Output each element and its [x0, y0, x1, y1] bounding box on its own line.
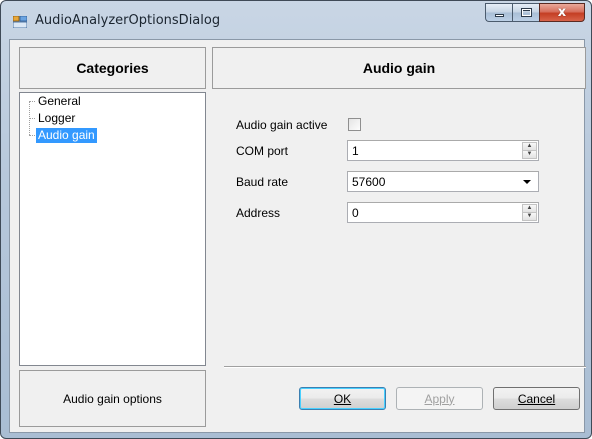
maximize-icon	[520, 8, 532, 17]
chevron-down-icon[interactable]	[523, 180, 531, 184]
spin-up-icon[interactable]: ▲	[522, 142, 537, 151]
ok-button[interactable]: OK	[299, 387, 386, 410]
settings-header: Audio gain	[212, 47, 586, 89]
spin-down-icon[interactable]: ▼	[522, 151, 537, 159]
baud-rate-dropdown[interactable]: 57600	[347, 171, 539, 192]
apply-button[interactable]: Apply	[396, 387, 483, 410]
address-spin-buttons: ▲ ▼	[522, 204, 537, 221]
apply-button-label: Apply	[424, 391, 455, 406]
tree-item-logger[interactable]: Logger	[36, 111, 77, 126]
ok-button-label: OK	[333, 391, 352, 406]
category-description-text: Audio gain options	[63, 391, 162, 406]
com-port-label: COM port	[236, 144, 289, 158]
title-bar[interactable]: AudioAnalyzerOptionsDialog x	[1, 1, 591, 39]
address-label: Address	[236, 206, 281, 220]
tree-connector	[29, 135, 35, 136]
address-stepper[interactable]: 0 ▲ ▼	[347, 202, 539, 223]
cancel-button-label: Cancel	[517, 391, 556, 406]
dialog-window: AudioAnalyzerOptionsDialog x Categories …	[0, 0, 592, 439]
com-port-spin-buttons: ▲ ▼	[522, 142, 537, 159]
com-port-value: 1	[352, 144, 359, 158]
maximize-button[interactable]	[512, 3, 539, 22]
categories-header-label: Categories	[76, 60, 149, 76]
cancel-button[interactable]: Cancel	[493, 387, 580, 410]
address-value: 0	[352, 206, 359, 220]
tree-item-general[interactable]: General	[36, 94, 83, 109]
minimize-icon	[494, 14, 504, 17]
close-icon: x	[557, 5, 567, 20]
tree-item-audio-gain[interactable]: Audio gain	[36, 128, 97, 143]
spin-down-icon[interactable]: ▼	[522, 213, 537, 221]
com-port-stepper[interactable]: 1 ▲ ▼	[347, 140, 539, 161]
categories-tree[interactable]: General Logger Audio gain	[19, 92, 206, 366]
baud-rate-label: Baud rate	[236, 175, 289, 189]
tree-connector	[29, 118, 35, 119]
categories-header: Categories	[19, 47, 206, 89]
audio-gain-active-label: Audio gain active	[236, 118, 328, 132]
spin-up-icon[interactable]: ▲	[522, 204, 537, 213]
settings-header-label: Audio gain	[362, 60, 436, 76]
audio-gain-active-checkbox[interactable]	[348, 118, 361, 131]
dialog-client-area: Categories General Logger Audio gain Aud…	[9, 39, 586, 433]
window-title: AudioAnalyzerOptionsDialog	[35, 13, 221, 28]
baud-rate-value: 57600	[352, 175, 386, 189]
category-description: Audio gain options	[19, 370, 206, 427]
minimize-button[interactable]	[485, 3, 512, 22]
close-button[interactable]: x	[539, 3, 585, 22]
button-separator	[224, 366, 586, 368]
app-icon	[13, 16, 27, 28]
caption-buttons: x	[485, 3, 585, 23]
tree-connector	[29, 101, 35, 102]
